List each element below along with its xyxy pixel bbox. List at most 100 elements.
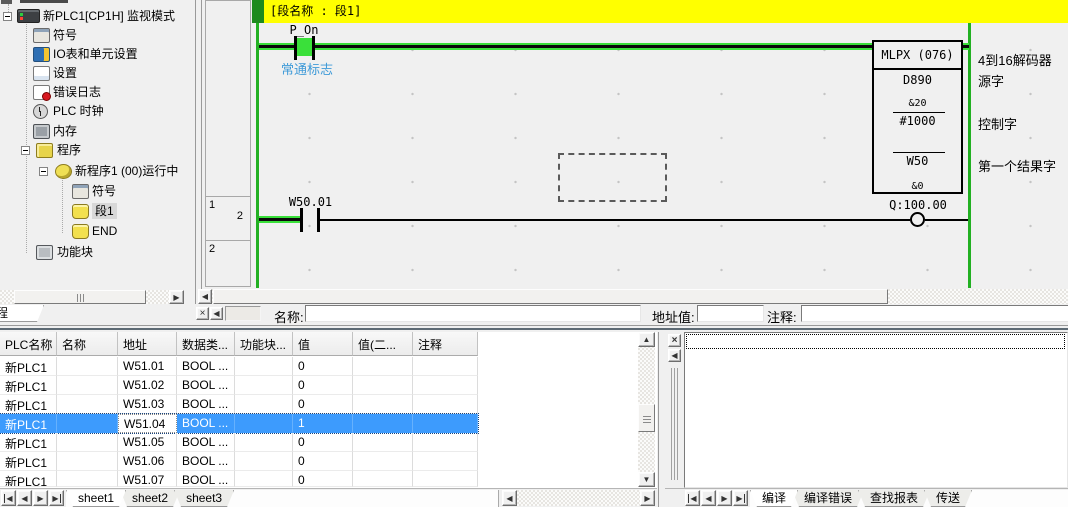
- cell-name[interactable]: [57, 433, 118, 452]
- watch-vscroll-thumb[interactable]: [638, 404, 655, 432]
- cell-fb[interactable]: [235, 414, 293, 433]
- cell-address[interactable]: W51.06: [118, 452, 177, 471]
- cell-name[interactable]: [57, 376, 118, 395]
- tree-item-label[interactable]: 程序: [57, 142, 81, 158]
- scroll-up-button[interactable]: ▲: [638, 332, 655, 347]
- output-content[interactable]: [684, 332, 1068, 488]
- cell-fb[interactable]: [235, 471, 293, 487]
- cell-datatype[interactable]: BOOL ...: [177, 395, 235, 414]
- watch-row[interactable]: 新PLC1 W51.02 BOOL ... 0: [0, 376, 478, 395]
- watch-row[interactable]: 新PLC1 W51.07 BOOL ... 0: [0, 471, 478, 487]
- cell-value2[interactable]: [353, 452, 413, 471]
- tab-sheet3[interactable]: sheet3: [174, 490, 234, 507]
- ladder-hscroll-left-button[interactable]: ◀: [198, 289, 212, 304]
- tree-item-label[interactable]: 新程序1 (00)运行中: [75, 163, 178, 179]
- column-header[interactable]: 地址: [118, 332, 177, 356]
- sheet-last-button[interactable]: ▶: [49, 490, 64, 506]
- tree-item-label[interactable]: 新PLC1[CP1H] 监视模式: [43, 8, 175, 24]
- tree-item-label[interactable]: 功能块: [57, 244, 93, 260]
- tab-compile-errors[interactable]: 编译错误: [792, 490, 864, 507]
- watch-hscroll-right-button[interactable]: ▶: [640, 490, 655, 506]
- collapse-minus-icon[interactable]: [3, 12, 12, 21]
- watch-row[interactable]: 新PLC1 W51.06 BOOL ... 0: [0, 452, 478, 471]
- instruction-block-mlpx[interactable]: MLPX (076) D890 &20 #1000 W50 &0: [872, 40, 963, 194]
- selection-marquee[interactable]: [558, 153, 667, 202]
- cell-value[interactable]: 1: [293, 414, 353, 433]
- cell-comment[interactable]: [413, 433, 478, 452]
- column-header[interactable]: 名称: [57, 332, 118, 356]
- cell-value2[interactable]: [353, 414, 413, 433]
- watch-row[interactable]: 新PLC1 W51.05 BOOL ... 0: [0, 433, 478, 452]
- cell-fb[interactable]: [235, 452, 293, 471]
- cell-fb[interactable]: [235, 357, 293, 376]
- column-header[interactable]: 数据类...: [177, 332, 235, 356]
- cell-address[interactable]: W51.03: [118, 395, 177, 414]
- contact-operand-label[interactable]: W50.01: [283, 195, 338, 209]
- cell-datatype[interactable]: BOOL ...: [177, 376, 235, 395]
- watch-vscrollbar[interactable]: ▲ ▼: [638, 332, 655, 487]
- cell-comment[interactable]: [413, 357, 478, 376]
- output-coil[interactable]: [910, 212, 925, 227]
- watch-row-selected[interactable]: 新PLC1 W51.04 BOOL ... 1: [0, 414, 478, 433]
- operand-result-word[interactable]: W50: [874, 154, 961, 168]
- cell-comment[interactable]: [413, 471, 478, 487]
- cell-comment[interactable]: [413, 395, 478, 414]
- tree-hscroll-thumb[interactable]: [14, 290, 146, 304]
- tree-item-label[interactable]: PLC 时钟: [53, 103, 104, 119]
- collapse-field-bar-button[interactable]: ◀: [210, 307, 223, 320]
- output-first-button[interactable]: ◀: [685, 490, 700, 506]
- column-header[interactable]: 值: [293, 332, 353, 356]
- scroll-right-button[interactable]: ▶: [169, 290, 184, 304]
- cell-address-focused[interactable]: W51.04: [118, 414, 177, 433]
- cell-plc[interactable]: 新PLC1: [0, 376, 57, 395]
- output-selected-line[interactable]: [686, 334, 1065, 349]
- column-header[interactable]: PLC名称: [0, 332, 57, 356]
- tree-item-label[interactable]: 错误日志: [53, 84, 101, 100]
- watch-hscroll-left-button[interactable]: ◀: [502, 490, 517, 506]
- contact-w50-01[interactable]: [300, 208, 303, 232]
- cell-datatype[interactable]: BOOL ...: [177, 471, 235, 487]
- cell-fb[interactable]: [235, 395, 293, 414]
- cell-datatype[interactable]: BOOL ...: [177, 452, 235, 471]
- cell-name[interactable]: [57, 357, 118, 376]
- cell-value2[interactable]: [353, 357, 413, 376]
- cell-value[interactable]: 0: [293, 452, 353, 471]
- cell-plc[interactable]: 新PLC1: [0, 395, 57, 414]
- cell-datatype[interactable]: BOOL ...: [177, 414, 235, 433]
- tab-find-report[interactable]: 查找报表: [858, 490, 930, 507]
- tree-item-label[interactable]: 内存: [53, 123, 77, 139]
- close-field-bar-button[interactable]: ×: [196, 307, 209, 320]
- collapse-minus-icon[interactable]: [21, 146, 30, 155]
- tab-sheet2[interactable]: sheet2: [120, 490, 180, 507]
- tree-item-label[interactable]: END: [92, 223, 117, 239]
- watch-hscrollbar[interactable]: [517, 490, 640, 506]
- tree-hscrollbar[interactable]: ▶: [0, 290, 184, 304]
- watch-row[interactable]: 新PLC1 W51.01 BOOL ... 0: [0, 357, 478, 376]
- bottom-vertical-splitter[interactable]: [657, 332, 665, 507]
- sheet-first-button[interactable]: ◀: [1, 490, 16, 506]
- ladder-hscroll-thumb[interactable]: [213, 289, 888, 304]
- close-output-button[interactable]: ×: [668, 334, 681, 347]
- column-header[interactable]: 功能块...: [235, 332, 293, 356]
- tree-item-label[interactable]: 段1: [92, 203, 117, 219]
- cell-value2[interactable]: [353, 395, 413, 414]
- contact-p-on[interactable]: [312, 36, 315, 60]
- operand-control-word[interactable]: #1000: [874, 114, 961, 128]
- cell-comment[interactable]: [413, 414, 478, 433]
- output-prev-button[interactable]: ◀: [701, 490, 716, 506]
- cell-value[interactable]: 0: [293, 395, 353, 414]
- sheet-next-button[interactable]: ▶: [33, 490, 48, 506]
- collapse-output-button[interactable]: ◀: [668, 349, 681, 362]
- cell-value2[interactable]: [353, 433, 413, 452]
- cell-value2[interactable]: [353, 471, 413, 487]
- cell-address[interactable]: W51.02: [118, 376, 177, 395]
- coil-operand-label[interactable]: Q:100.00: [885, 198, 951, 212]
- section-banner[interactable]: [段名称 : 段1]: [264, 0, 1068, 23]
- tab-workspace[interactable]: 工程: [0, 305, 44, 322]
- rung-margin-cell[interactable]: [205, 0, 251, 197]
- cell-plc[interactable]: 新PLC1: [0, 357, 57, 376]
- cell-name[interactable]: [57, 471, 118, 487]
- horizontal-splitter[interactable]: [0, 324, 1068, 332]
- cell-name[interactable]: [57, 414, 118, 433]
- sheet-prev-button[interactable]: ◀: [17, 490, 32, 506]
